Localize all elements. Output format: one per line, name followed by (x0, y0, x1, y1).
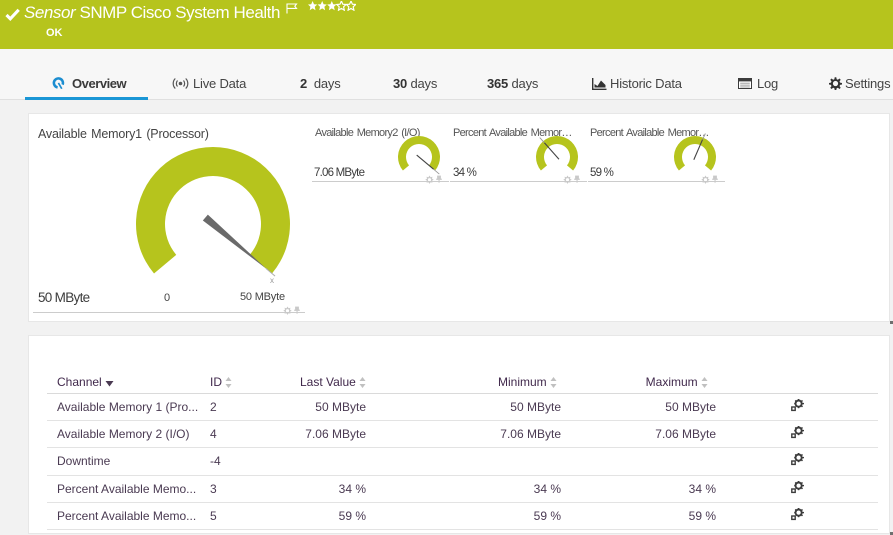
svg-text:x: x (270, 276, 274, 285)
